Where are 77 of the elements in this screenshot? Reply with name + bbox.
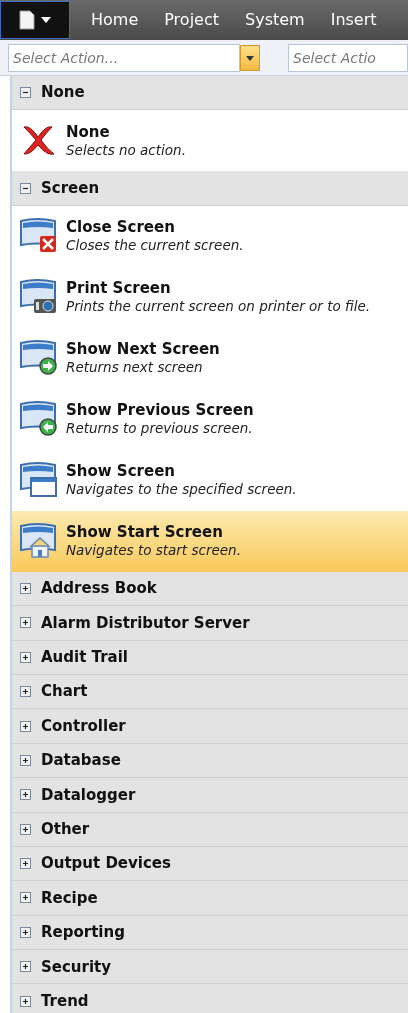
group-title: Output Devices — [41, 853, 171, 875]
group-header[interactable]: Trend — [12, 984, 408, 1013]
group-title: Trend — [41, 990, 89, 1012]
group-title: None — [41, 82, 85, 104]
group-header[interactable]: Security — [12, 950, 408, 985]
group-title: Alarm Distributor Server — [41, 612, 250, 634]
group-title: Other — [41, 818, 90, 840]
ribbon-tab[interactable]: Project — [151, 8, 232, 32]
ribbon-tab[interactable]: Home — [78, 8, 152, 32]
group-header[interactable]: Alarm Distributor Server — [12, 606, 408, 641]
action-description: Returns next screen — [66, 359, 204, 377]
group-header[interactable]: Output Devices — [12, 846, 408, 882]
group-title: Address Book — [41, 578, 157, 600]
action-item[interactable]: Show Next Screen Returns next screen — [12, 327, 408, 389]
action-field[interactable]: Select Action... — [8, 44, 240, 72]
action-title: Show Next Screen — [66, 340, 220, 360]
ribbon-tab[interactable]: Insert — [317, 8, 390, 32]
action-description: Returns to previous screen. — [66, 420, 254, 438]
action-title: Show Start Screen — [66, 523, 224, 543]
collapse-icon[interactable] — [20, 87, 31, 99]
group-header[interactable]: Controller — [12, 709, 408, 744]
expand-icon[interactable] — [20, 858, 31, 870]
group-title: Datalogger — [41, 784, 136, 806]
action-description: Selects no action. — [66, 141, 186, 159]
group-title: Reporting — [41, 922, 125, 944]
expand-icon[interactable] — [20, 926, 31, 938]
document-icon — [19, 10, 35, 30]
expand-icon[interactable] — [20, 754, 31, 766]
action-title: Show Previous Screen — [66, 401, 254, 421]
group-title: Audit Trail — [41, 647, 128, 668]
group-title: Database — [41, 750, 121, 772]
group-title: Screen — [41, 177, 100, 199]
expand-icon[interactable] — [20, 892, 31, 904]
group-header[interactable]: Recipe — [12, 881, 408, 916]
group-header[interactable]: Reporting — [12, 915, 408, 951]
action-title: Close Screen — [66, 218, 176, 238]
action-title: None — [66, 123, 111, 142]
expand-icon[interactable] — [20, 686, 31, 698]
action-item[interactable]: Show Start Screen Navigates to start screen. — [12, 510, 408, 572]
expand-icon[interactable] — [20, 823, 31, 835]
group-header[interactable]: None — [12, 76, 408, 111]
action-item[interactable]: None Selects no action. — [12, 110, 408, 172]
group-header[interactable]: Audit Trail — [12, 640, 408, 675]
action-title: Show Screen — [66, 462, 176, 482]
action-field[interactable]: Select Actio — [288, 44, 408, 72]
dropdown-button[interactable] — [240, 45, 260, 71]
action-description: Navigates to start screen. — [66, 542, 241, 560]
ribbon-tab[interactable]: System — [232, 8, 318, 32]
expand-icon[interactable] — [20, 617, 31, 629]
action-description: Prints the current screen on printer or to file. — [66, 298, 371, 316]
expand-icon[interactable] — [20, 789, 31, 801]
group-title: Recipe — [41, 887, 98, 909]
group-header[interactable]: Screen — [12, 171, 408, 206]
group-header[interactable]: Chart — [12, 674, 408, 710]
action-item[interactable]: Show Screen Navigates to the specified screen. — [12, 449, 408, 511]
action-description: Closes the current screen. — [66, 237, 244, 255]
expand-icon[interactable] — [20, 961, 31, 973]
action-title: Print Screen — [66, 279, 172, 299]
action-item[interactable]: Close Screen Closes the current screen. — [12, 205, 408, 267]
group-title: Security — [41, 956, 112, 978]
caret-icon — [41, 17, 51, 23]
group-header[interactable]: Datalogger — [12, 778, 408, 813]
group-title: Controller — [41, 715, 126, 737]
action-item[interactable]: Print Screen Prints the current screen on printer or to file. — [12, 266, 408, 328]
expand-icon[interactable] — [20, 651, 31, 663]
application-menu-button[interactable] — [0, 1, 70, 39]
group-header[interactable]: Other — [12, 812, 408, 847]
expand-icon[interactable] — [20, 720, 31, 732]
expand-icon[interactable] — [20, 995, 31, 1007]
expand-icon[interactable] — [20, 582, 31, 594]
action-item[interactable]: Show Previous Screen Returns to previous screen. — [12, 388, 408, 450]
caret-icon — [246, 55, 254, 61]
group-header[interactable]: Database — [12, 743, 408, 779]
group-title: Chart — [41, 681, 88, 703]
group-header[interactable]: Address Book — [12, 571, 408, 607]
action-description: Navigates to the specified screen. — [66, 481, 297, 499]
collapse-icon[interactable] — [20, 182, 31, 194]
